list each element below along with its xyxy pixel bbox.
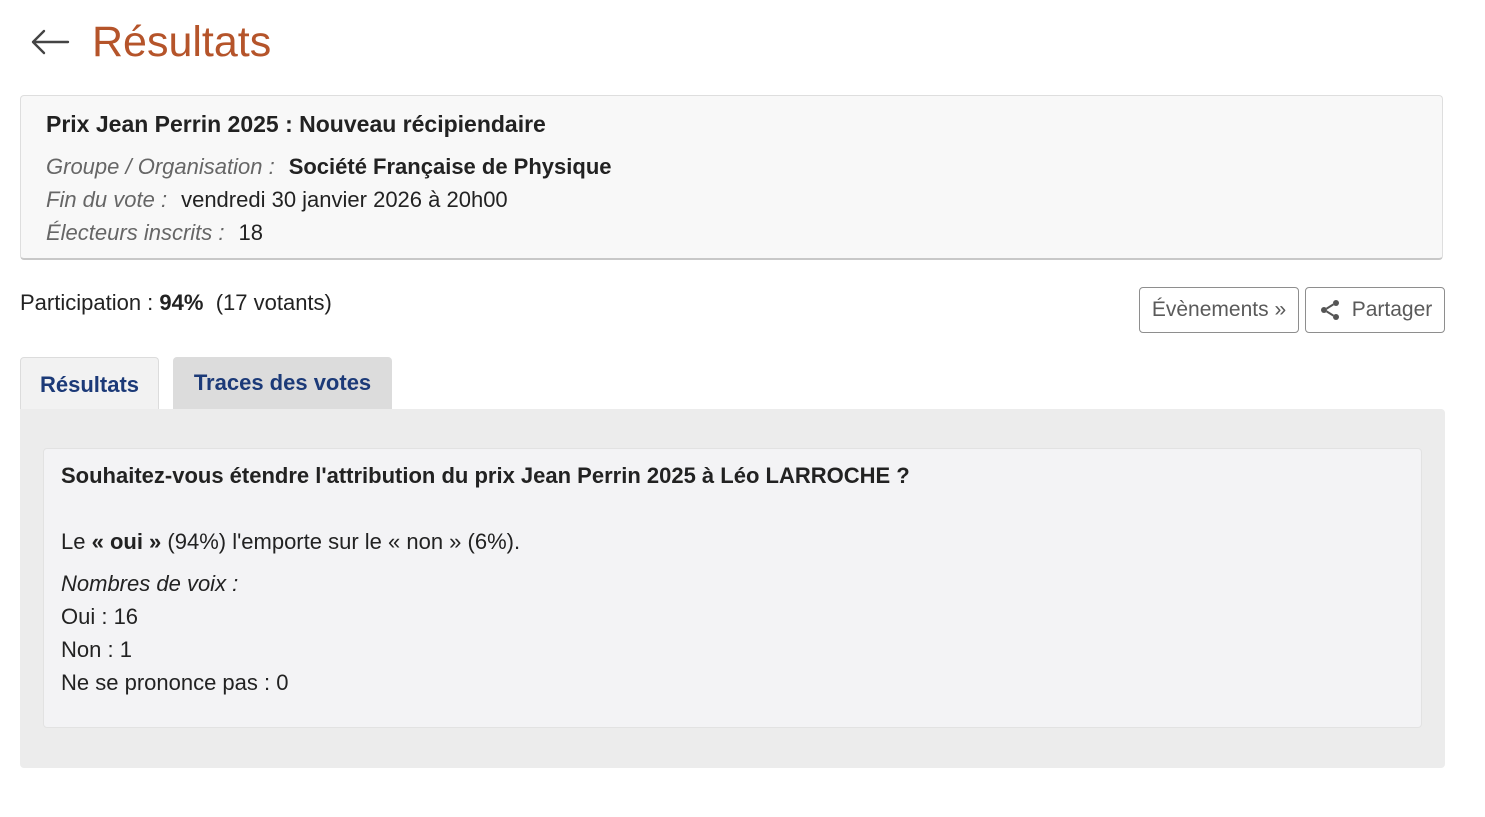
participation-label: Participation :	[20, 290, 154, 315]
share-button-label: Partager	[1351, 298, 1433, 321]
participation-votants: (17 votants)	[215, 290, 332, 315]
group-value: Société Française de Physique	[288, 154, 612, 179]
tab-traces-label: Traces des votes	[193, 370, 372, 395]
events-button-label: Évènements »	[1151, 298, 1287, 321]
summary-rest: (94%) l'emporte sur le « non » (6%).	[161, 529, 521, 554]
voters-value: 18	[238, 220, 263, 245]
voters-label: Électeurs inscrits :	[46, 220, 225, 245]
question-text: Souhaitez-vous étendre l'attribution du …	[61, 463, 910, 488]
count-non: Non : 1	[61, 637, 132, 662]
summary-winner: « oui »	[91, 529, 162, 554]
group-row: Groupe / Organisation : Société Française…	[46, 154, 612, 180]
vote-info-card: Prix Jean Perrin 2025 : Nouveau récipien…	[20, 95, 1443, 260]
tab-resultats-label: Résultats	[39, 371, 140, 397]
page-title: Résultats	[92, 17, 272, 66]
group-label: Groupe / Organisation :	[46, 154, 275, 179]
end-date-row: Fin du vote : vendredi 30 janvier 2026 à …	[46, 187, 508, 213]
participation-summary: Participation : 94% (17 votants)	[20, 290, 332, 316]
counts-title: Nombres de voix :	[61, 571, 239, 596]
share-button[interactable]: Partager	[1305, 287, 1445, 333]
page-header: Résultats	[30, 14, 271, 70]
count-abstention: Ne se prononce pas : 0	[61, 670, 289, 695]
count-oui: Oui : 16	[61, 604, 139, 629]
question-result-card: Souhaitez-vous étendre l'attribution du …	[43, 448, 1422, 728]
results-panel: Souhaitez-vous étendre l'attribution du …	[20, 409, 1445, 768]
arrow-left-icon[interactable]	[30, 22, 76, 62]
tab-traces-des-votes[interactable]: Traces des votes	[173, 357, 392, 409]
participation-percent: 94%	[159, 290, 204, 315]
vote-title: Prix Jean Perrin 2025 : Nouveau récipien…	[46, 111, 546, 137]
tab-resultats[interactable]: Résultats	[20, 357, 159, 411]
end-date-label: Fin du vote :	[46, 187, 168, 212]
voters-row: Électeurs inscrits : 18	[46, 220, 263, 246]
summary-prefix: Le	[61, 529, 92, 554]
result-summary: Le « oui » (94%) l'emporte sur le « non …	[61, 529, 520, 555]
events-button[interactable]: Évènements »	[1139, 287, 1299, 333]
share-icon	[1320, 300, 1339, 320]
end-date-value: vendredi 30 janvier 2026 à 20h00	[181, 187, 508, 212]
